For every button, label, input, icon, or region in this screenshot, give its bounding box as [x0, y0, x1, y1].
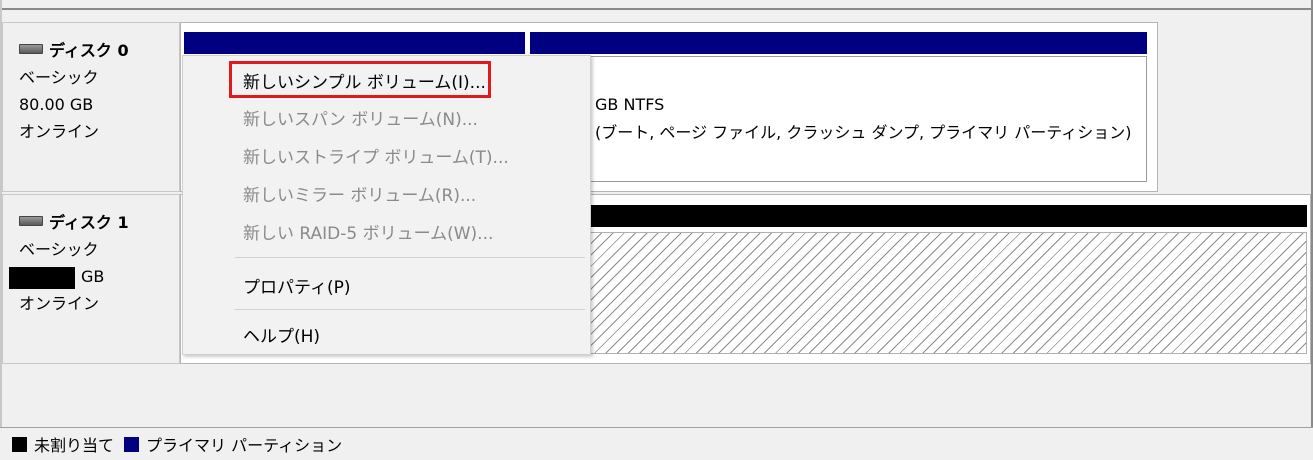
- disk-0-partition-2-box[interactable]: GB NTFS (ブート, ページ ファイル, クラッシュ ダンプ, プライマリ…: [530, 56, 1147, 182]
- menu-help[interactable]: ヘルプ(H): [243, 322, 320, 347]
- legend-bar: 未割り当て プライマリ パーティション: [0, 427, 1313, 460]
- disk-0-type: ベーシック: [19, 68, 99, 87]
- disk-1-status: オンライン: [19, 294, 100, 313]
- partition-status: (ブート, ページ ファイル, クラッシュ ダンプ, プライマリ パーティション…: [595, 123, 1132, 142]
- disk-0-partition-1-bar[interactable]: [184, 32, 525, 54]
- primary-partition-swatch: [124, 436, 140, 452]
- context-menu: 新しいシンプル ボリューム(I)... 新しいスパン ボリューム(N)... 新…: [182, 55, 591, 355]
- disk-1-title: ディスク 1: [19, 209, 179, 236]
- disk-0-title: ディスク 0: [19, 37, 179, 64]
- disk-0-status: オンライン: [19, 122, 100, 141]
- redacted-block: [9, 266, 75, 289]
- disk-1-unallocated-bar[interactable]: [590, 205, 1307, 227]
- legend-primary-partition: プライマリ パーティション: [146, 436, 343, 455]
- top-border: [0, 0, 1313, 10]
- disk-0-name: ディスク 0: [49, 41, 129, 60]
- disk-1-type: ベーシック: [19, 240, 99, 259]
- menu-new-mirrored-volume[interactable]: 新しいミラー ボリューム(R)...: [243, 181, 476, 206]
- disk-1-size-row: GB: [9, 263, 179, 290]
- disk-icon: [19, 215, 43, 226]
- menu-new-striped-volume[interactable]: 新しいストライプ ボリューム(T)...: [243, 143, 509, 168]
- unallocated-swatch: [12, 436, 27, 452]
- disk-0-label[interactable]: ディスク 0 ベーシック 80.00 GB オンライン: [2, 22, 180, 192]
- menu-separator: [235, 309, 585, 310]
- disk-icon: [19, 43, 43, 54]
- disk-1-label[interactable]: ディスク 1 ベーシック GB オンライン: [2, 194, 180, 364]
- disk-1-size: GB: [81, 267, 105, 286]
- menu-properties[interactable]: プロパティ(P): [243, 273, 351, 298]
- menu-new-simple-volume[interactable]: 新しいシンプル ボリューム(I)...: [243, 68, 486, 93]
- disk-1-name: ディスク 1: [49, 213, 129, 232]
- menu-separator: [235, 257, 585, 258]
- menu-new-raid5-volume[interactable]: 新しい RAID-5 ボリューム(W)...: [243, 219, 493, 244]
- partition-size-fs: GB NTFS: [595, 95, 665, 114]
- menu-new-spanned-volume[interactable]: 新しいスパン ボリューム(N)...: [243, 105, 478, 130]
- disk-0-size: 80.00 GB: [19, 95, 94, 114]
- disk-0-partition-2-bar[interactable]: [530, 32, 1147, 54]
- disk-1-unallocated-area[interactable]: [590, 232, 1307, 354]
- legend-unallocated: 未割り当て: [34, 436, 115, 455]
